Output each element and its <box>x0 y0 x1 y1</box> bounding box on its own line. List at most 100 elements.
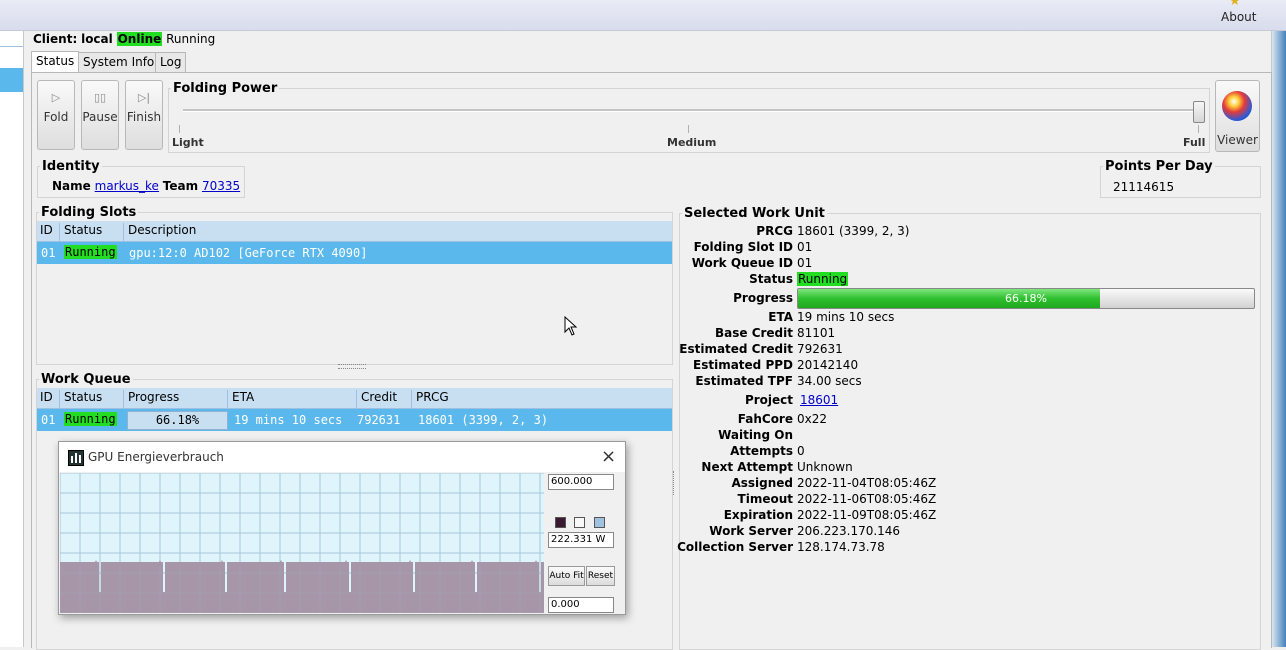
color-swatch-bg[interactable] <box>574 517 585 528</box>
queue-col-progress[interactable]: Progress <box>128 390 179 404</box>
queue-col-prcg[interactable]: PRCG <box>416 390 449 404</box>
gpu-min-field[interactable]: 0.000 <box>548 597 614 613</box>
team-link[interactable]: 70335 <box>202 179 240 193</box>
slots-col-sep <box>123 223 124 243</box>
slots-col-description[interactable]: Description <box>128 223 196 237</box>
gpu-power-window[interactable]: GPU Energieverbrauch × 600.000 222.331 W… <box>58 441 626 615</box>
wu-base-credit-value: 81101 <box>797 326 836 340</box>
fold-label: Fold <box>43 110 69 124</box>
fold-button[interactable]: ▷ Fold <box>37 80 75 150</box>
power-medium-label: Medium <box>667 136 717 149</box>
power-slider-thumb[interactable] <box>1193 101 1205 123</box>
queue-prcg: 18601 (3399, 2, 3) <box>418 413 549 427</box>
ppd-group: Points Per Day 21114615 <box>1100 159 1261 198</box>
wu-project-link[interactable]: 18601 <box>800 393 838 407</box>
color-swatch-grid[interactable] <box>594 517 605 528</box>
vertical-splitter[interactable] <box>673 471 676 495</box>
queue-col-sep <box>411 390 412 410</box>
gpu-max-value: 600.000 <box>551 476 593 487</box>
wu-est-tpf-value: 34.00 secs <box>797 374 862 388</box>
power-area <box>60 560 544 613</box>
user-name-link[interactable]: markus_ke <box>95 179 159 193</box>
slots-table-row[interactable]: 01 Running gpu:12:0 AD102 [GeForce RTX 4… <box>37 242 672 264</box>
wu-work-server-value: 206.223.170.146 <box>797 524 901 538</box>
finish-button[interactable]: ▷| Finish <box>125 80 163 150</box>
queue-status-badge: Running <box>64 412 117 426</box>
queue-col-sep <box>356 390 357 410</box>
wu-next-attempt-label: Next Attempt <box>701 460 793 474</box>
wu-attempts-label: Attempts <box>730 444 793 458</box>
wu-prcg-value: 18601 (3399, 2, 3) <box>797 224 910 238</box>
queue-col-eta[interactable]: ETA <box>232 390 254 404</box>
folding-power-title: Folding Power <box>171 81 280 96</box>
wu-fahcore-value: 0x22 <box>797 412 828 426</box>
wu-status-badge: Running <box>797 272 849 286</box>
wu-project-label: Project <box>744 393 793 407</box>
tab-status[interactable]: Status <box>31 51 80 72</box>
work-queue-title: Work Queue <box>39 372 133 387</box>
gpu-current-value: 222.331 W <box>551 534 606 545</box>
left-window-stub <box>0 31 24 647</box>
viewer-button[interactable]: Viewer <box>1215 80 1260 152</box>
wu-assigned-label: Assigned <box>731 476 793 490</box>
slot-description: gpu:12:0 AD102 [GeForce RTX 4090] <box>129 246 368 260</box>
slot-id: 01 <box>41 246 56 260</box>
wu-queue-label: Work Queue ID <box>691 256 793 270</box>
queue-col-sep <box>59 390 60 410</box>
tab-log[interactable]: Log <box>155 52 187 72</box>
queue-col-sep <box>227 390 228 410</box>
queue-table-row[interactable]: 01 Running 66.18% 19 mins 10 secs 792631… <box>37 409 672 431</box>
queue-col-credit[interactable]: Credit <box>361 390 397 404</box>
queue-id: 01 <box>41 413 56 427</box>
step-end-icon: ▷| <box>137 91 151 104</box>
about-icon[interactable]: ★ <box>1229 0 1241 9</box>
pause-icon: ▯▯ <box>93 91 107 104</box>
client-prefix: Client: <box>33 32 78 46</box>
splitter-handle[interactable] <box>338 364 366 369</box>
color-swatch-line[interactable] <box>555 517 566 528</box>
wu-collection-server-value: 128.174.73.78 <box>797 540 885 554</box>
gpu-power-plot <box>60 473 544 613</box>
slots-col-status[interactable]: Status <box>64 223 102 237</box>
slider-tick-light <box>179 125 180 133</box>
wu-attempts-value: 0 <box>797 444 805 458</box>
left-window-selected-row[interactable] <box>0 68 23 92</box>
ppd-title: Points Per Day <box>1103 159 1215 174</box>
folding-power-group: Folding Power Light Medium Full <box>168 81 1210 153</box>
queue-col-sep <box>123 390 124 410</box>
tab-status-label: Status <box>36 54 75 68</box>
queue-col-id[interactable]: ID <box>40 390 53 404</box>
folding-slots-group: Folding Slots ID Status Description 01 R… <box>36 205 673 365</box>
about-button[interactable]: About <box>1221 10 1256 24</box>
wu-timeout-label: Timeout <box>737 492 793 506</box>
wu-eta-label: ETA <box>768 310 793 324</box>
play-icon: ▷ <box>51 91 61 104</box>
finish-label: Finish <box>126 110 162 124</box>
gpu-min-value: 0.000 <box>551 599 580 610</box>
close-icon[interactable]: × <box>601 446 616 467</box>
gpu-max-field[interactable]: 600.000 <box>548 474 614 490</box>
queue-col-status[interactable]: Status <box>64 390 102 404</box>
team-label: Team <box>162 179 199 193</box>
power-full-label: Full <box>1183 136 1206 149</box>
wu-prcg-label: PRCG <box>756 224 793 238</box>
slots-col-id[interactable]: ID <box>40 223 53 237</box>
gpu-window-title: GPU Energieverbrauch <box>88 450 224 464</box>
desktop-edge <box>1271 31 1286 647</box>
tab-system-info-label: System Info <box>83 55 155 69</box>
queue-credit: 792631 <box>357 413 401 427</box>
slots-col-sep <box>59 223 60 243</box>
wu-progress-label: Progress <box>733 291 793 305</box>
reset-button[interactable]: Reset <box>586 566 615 586</box>
auto-fit-label: Auto Fit <box>549 571 584 581</box>
wu-slot-value: 01 <box>797 240 813 254</box>
wu-expiration-value: 2022-11-09T08:05:46Z <box>797 508 937 522</box>
queue-eta: 19 mins 10 secs <box>234 413 343 427</box>
wu-progress-text: 66.18% <box>1005 292 1047 305</box>
wu-est-tpf-label: Estimated TPF <box>695 374 793 388</box>
auto-fit-button[interactable]: Auto Fit <box>548 566 585 586</box>
wu-work-server-label: Work Server <box>709 524 793 538</box>
power-slider-track[interactable] <box>183 109 1205 112</box>
tab-system-info[interactable]: System Info <box>78 52 160 72</box>
pause-button[interactable]: ▯▯ Pause <box>81 80 119 150</box>
